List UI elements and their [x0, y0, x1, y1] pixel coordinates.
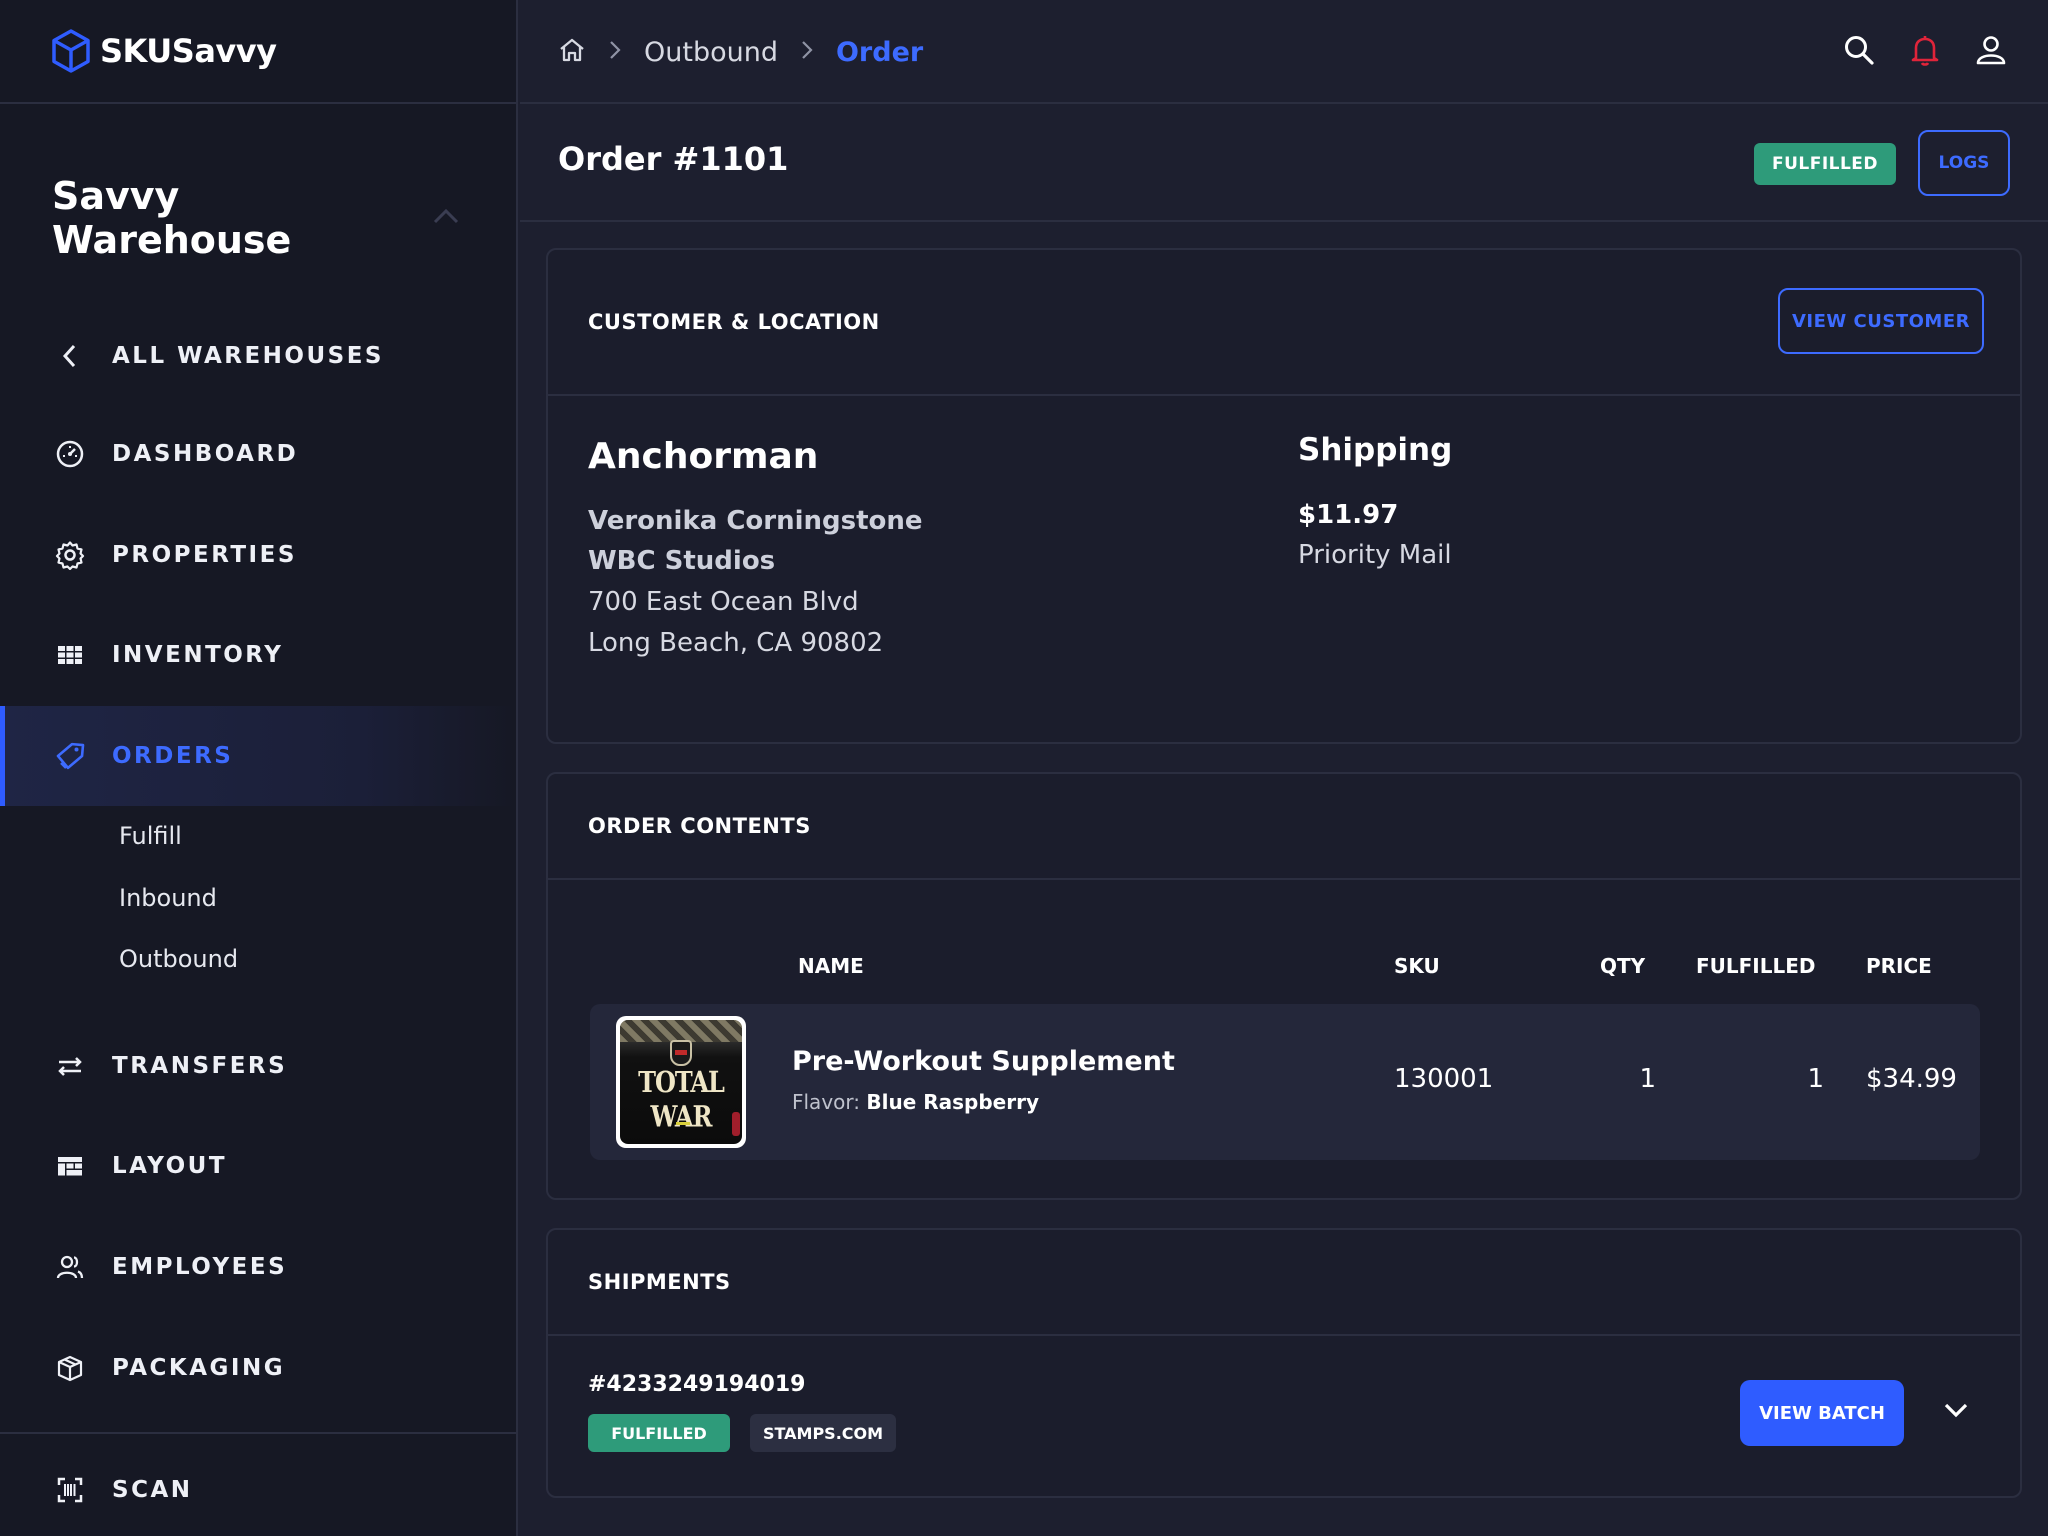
- column-header-fulfilled: FULFILLED: [1696, 954, 1816, 978]
- sidebar-item-packaging[interactable]: PACKAGING: [0, 1318, 516, 1418]
- sidebar-item-label: ORDERS: [112, 743, 233, 769]
- card-title: ORDER CONTENTS: [588, 814, 811, 838]
- box-icon: [54, 1352, 86, 1384]
- shipment-status-badge: FULFILLED: [588, 1414, 730, 1452]
- topbar: Outbound Order: [520, 0, 2048, 104]
- product-fulfilled: 1: [1750, 1064, 1824, 1094]
- search-icon[interactable]: [1842, 33, 1876, 71]
- chevron-right-icon: [608, 39, 622, 65]
- sidebar-item-transfers[interactable]: TRANSFERS: [0, 1016, 516, 1116]
- card-header: CUSTOMER & LOCATION VIEW CUSTOMER: [548, 250, 2020, 396]
- top-actions: [1842, 0, 2008, 104]
- shipping-title: Shipping: [1298, 432, 1452, 468]
- shipping-price: $11.97: [1298, 500, 1398, 530]
- sidebar-item-label: TRANSFERS: [112, 1053, 287, 1079]
- page-title: Order #1101: [558, 140, 788, 178]
- product-name: Pre-Workout Supplement: [792, 1046, 1175, 1077]
- sidebar-item-orders[interactable]: ORDERS: [0, 706, 516, 806]
- product-variant: Flavor: Blue Raspberry: [792, 1090, 1039, 1114]
- sidebar-item-label: SCAN: [112, 1477, 193, 1503]
- product-image: TOTAL WAR: [616, 1016, 746, 1148]
- chevron-left-icon: [54, 340, 86, 372]
- shipment-id: #4233249194019: [588, 1372, 805, 1397]
- warehouse-switcher[interactable]: Savvy Warehouse: [52, 190, 462, 246]
- sidebar-item-all-warehouses[interactable]: ALL WAREHOUSES: [0, 306, 516, 406]
- shipments-card: SHIPMENTS #4233249194019 FULFILLED STAMP…: [546, 1228, 2022, 1498]
- column-header-sku: SKU: [1394, 954, 1440, 978]
- sidebar-subitem-inbound[interactable]: Inbound: [119, 884, 217, 912]
- warehouse-name: Savvy Warehouse: [52, 174, 430, 262]
- product-qty: 1: [1612, 1064, 1656, 1094]
- home-icon[interactable]: [558, 36, 586, 68]
- sidebar-divider: [0, 1432, 516, 1434]
- chevron-right-icon: [800, 39, 814, 65]
- bell-icon[interactable]: [1908, 33, 1942, 71]
- sidebar-subitem-fulfill[interactable]: Fulfill: [119, 822, 182, 850]
- table-row[interactable]: TOTAL WAR Pre-Workout Supplement Flavor:…: [590, 1004, 1980, 1160]
- address-line-2: Long Beach, CA 90802: [588, 628, 883, 658]
- tag-icon: [54, 740, 86, 772]
- brand-name: SKUSavvy: [100, 32, 276, 70]
- people-icon: [54, 1251, 86, 1283]
- sidebar-item-employees[interactable]: EMPLOYEES: [0, 1217, 516, 1317]
- breadcrumb-outbound[interactable]: Outbound: [644, 37, 778, 68]
- column-header-price: PRICE: [1866, 954, 1932, 978]
- card-header: SHIPMENTS: [548, 1230, 2020, 1336]
- sidebar-item-label: DASHBOARD: [112, 441, 298, 467]
- card-title: SHIPMENTS: [588, 1270, 731, 1294]
- sidebar-item-inventory[interactable]: INVENTORY: [0, 605, 516, 705]
- contact-name: Veronika Corningstone: [588, 506, 923, 536]
- card-title: CUSTOMER & LOCATION: [588, 310, 880, 334]
- sidebar-item-layout[interactable]: LAYOUT: [0, 1116, 516, 1216]
- scan-icon: [54, 1474, 86, 1506]
- view-batch-button[interactable]: VIEW BATCH: [1740, 1380, 1904, 1446]
- sidebar-item-label: LAYOUT: [112, 1153, 227, 1179]
- gear-icon: [54, 539, 86, 571]
- order-contents-card: ORDER CONTENTS NAME SKU QTY FULFILLED PR…: [546, 772, 2022, 1200]
- breadcrumb: Outbound Order: [558, 0, 923, 104]
- user-icon[interactable]: [1974, 33, 2008, 71]
- sidebar: SKUSavvy Savvy Warehouse ALL WAREHOUSES …: [0, 0, 518, 1536]
- product-sku: 130001: [1394, 1064, 1493, 1094]
- product-price: $34.99: [1866, 1064, 1957, 1094]
- gauge-icon: [54, 438, 86, 470]
- view-customer-button[interactable]: VIEW CUSTOMER: [1778, 288, 1984, 354]
- sidebar-subitem-outbound[interactable]: Outbound: [119, 945, 238, 973]
- brand-logo[interactable]: SKUSavvy: [0, 0, 518, 104]
- sidebar-item-label: PACKAGING: [112, 1355, 285, 1381]
- arrows-swap-icon: [54, 1050, 86, 1082]
- customer-location-card: CUSTOMER & LOCATION VIEW CUSTOMER Anchor…: [546, 248, 2022, 744]
- column-header-name: NAME: [798, 954, 864, 978]
- breadcrumb-order: Order: [836, 37, 923, 68]
- customer-name: Anchorman: [588, 436, 818, 477]
- cube-logo-icon: [50, 28, 92, 74]
- sidebar-item-label: EMPLOYEES: [112, 1254, 287, 1280]
- sidebar-item-label: PROPERTIES: [112, 542, 297, 568]
- layout-icon: [54, 1150, 86, 1182]
- logs-button[interactable]: LOGS: [1918, 130, 2010, 196]
- carrier-badge: STAMPS.COM: [750, 1414, 896, 1452]
- chevron-up-icon: [430, 206, 462, 230]
- grid-icon: [54, 639, 86, 671]
- card-header: ORDER CONTENTS: [548, 774, 2020, 880]
- sidebar-item-label: INVENTORY: [112, 642, 283, 668]
- status-badge: FULFILLED: [1754, 143, 1896, 185]
- sidebar-item-properties[interactable]: PROPERTIES: [0, 505, 516, 605]
- column-header-qty: QTY: [1600, 954, 1645, 978]
- sidebar-item-label: ALL WAREHOUSES: [112, 343, 384, 369]
- company-name: WBC Studios: [588, 546, 775, 576]
- shipping-method: Priority Mail: [1298, 540, 1452, 570]
- address-line-1: 700 East Ocean Blvd: [588, 587, 859, 617]
- sidebar-item-scan[interactable]: SCAN: [0, 1440, 516, 1536]
- chevron-down-icon[interactable]: [1942, 1396, 1970, 1424]
- order-header: Order #1101 FULFILLED LOGS: [520, 106, 2048, 222]
- sidebar-item-dashboard[interactable]: DASHBOARD: [0, 404, 516, 504]
